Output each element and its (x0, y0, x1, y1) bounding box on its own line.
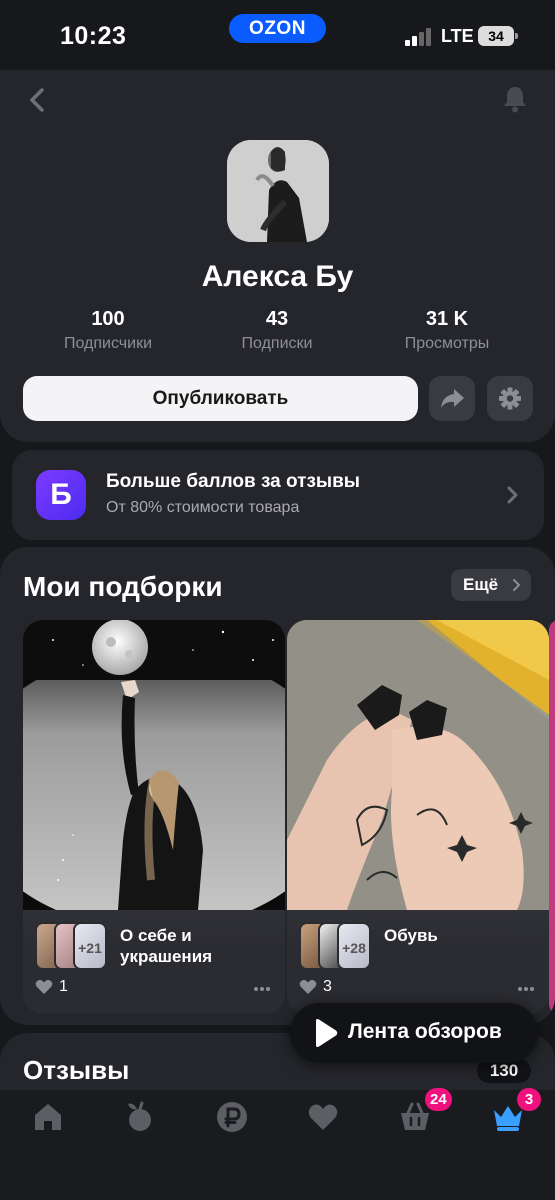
collection-card[interactable]: +28 Обувь 3 (287, 620, 549, 1014)
collection-card[interactable]: +21 О себе и украшения 1 (23, 620, 285, 1014)
status-bar: 10:23 OZON LTE 34 (0, 0, 555, 70)
more-dots-icon[interactable] (253, 986, 271, 992)
more-label: Ещё (463, 575, 499, 594)
likes-count: 1 (59, 978, 68, 995)
profile-card: Алекса Бу 100 Подписчики 43 Подписки 31 … (0, 70, 555, 442)
collection-name: Обувь (384, 926, 438, 945)
stat-value: 43 (265, 308, 289, 330)
gear-icon (499, 387, 521, 410)
thumb-more-count: +28 (337, 922, 371, 970)
stat-views: 31 K Просмотры (367, 308, 527, 353)
stat-label: Подписчики (63, 335, 152, 352)
battery-icon: 34 (478, 26, 518, 46)
tab-fresh[interactable] (123, 1100, 157, 1134)
home-icon (35, 1104, 61, 1130)
cart-badge: 24 (425, 1088, 452, 1111)
bonus-banner[interactable]: Б Больше баллов за отзывы От 80% стоимос… (12, 450, 544, 540)
back-icon[interactable] (22, 84, 54, 116)
bonus-title: Больше баллов за отзывы (106, 471, 361, 492)
collections-section: Мои подборки Ещё +21 О себе и украшения … (0, 547, 555, 1025)
status-time: 10:23 (60, 22, 127, 50)
network-type: LTE (441, 26, 474, 46)
stat-following[interactable]: 43 Подписки (197, 308, 357, 353)
chevron-right-icon (513, 579, 521, 591)
likes-count: 3 (323, 978, 332, 995)
bell-icon[interactable] (500, 84, 530, 114)
feed-label: Лента обзоров (348, 1020, 502, 1043)
collection-cover (23, 620, 285, 910)
tab-favorites[interactable] (306, 1100, 340, 1134)
profile-badge: 3 (517, 1088, 541, 1111)
tab-finance[interactable] (215, 1100, 249, 1134)
stat-value: 100 (91, 308, 125, 330)
product-thumbnails: +28 (299, 922, 379, 970)
more-dots-icon[interactable] (517, 986, 535, 992)
ruble-icon (217, 1102, 247, 1132)
collections-title: Мои подборки (23, 571, 223, 602)
stat-followers[interactable]: 100 Подписчики (28, 308, 188, 353)
tab-home[interactable] (31, 1100, 65, 1134)
heart-icon (308, 1104, 338, 1130)
tab-profile[interactable]: 3 (491, 1088, 541, 1134)
likes[interactable]: 1 (35, 978, 68, 996)
avatar-photo (227, 140, 329, 242)
likes[interactable]: 3 (299, 978, 332, 996)
tab-cart[interactable]: 24 (398, 1088, 452, 1134)
review-feed-button[interactable]: Лента обзоров (290, 1003, 538, 1063)
more-button[interactable]: Ещё (451, 569, 531, 601)
publish-button[interactable]: Опубликовать (23, 376, 418, 421)
stat-value: 31 K (425, 308, 469, 330)
stat-label: Просмотры (404, 335, 490, 352)
bonus-subtitle: От 80% стоимости товара (106, 499, 300, 516)
profile-name: Алекса Бу (201, 260, 354, 293)
next-card-peek[interactable] (549, 620, 555, 1014)
avatar[interactable] (227, 140, 329, 242)
play-icon (316, 1019, 338, 1047)
chevron-right-icon (507, 486, 518, 504)
ozon-logo[interactable]: OZON (229, 14, 326, 43)
reviews-title: Отзывы (23, 1055, 130, 1085)
collection-cover (287, 620, 549, 910)
product-thumbnails: +21 (35, 922, 115, 970)
stat-label: Подписки (241, 335, 313, 352)
tab-bar: 24 3 (0, 1088, 555, 1200)
heart-icon (299, 980, 317, 994)
bonus-icon: Б (36, 470, 86, 520)
heart-icon (35, 980, 53, 994)
signal-icon (405, 28, 433, 46)
thumb-more-count: +21 (73, 922, 107, 970)
share-button[interactable] (429, 376, 475, 421)
settings-button[interactable] (487, 376, 533, 421)
fresh-icon (128, 1101, 151, 1131)
collection-name: О себе и украшения (120, 926, 213, 966)
share-icon (441, 389, 464, 408)
